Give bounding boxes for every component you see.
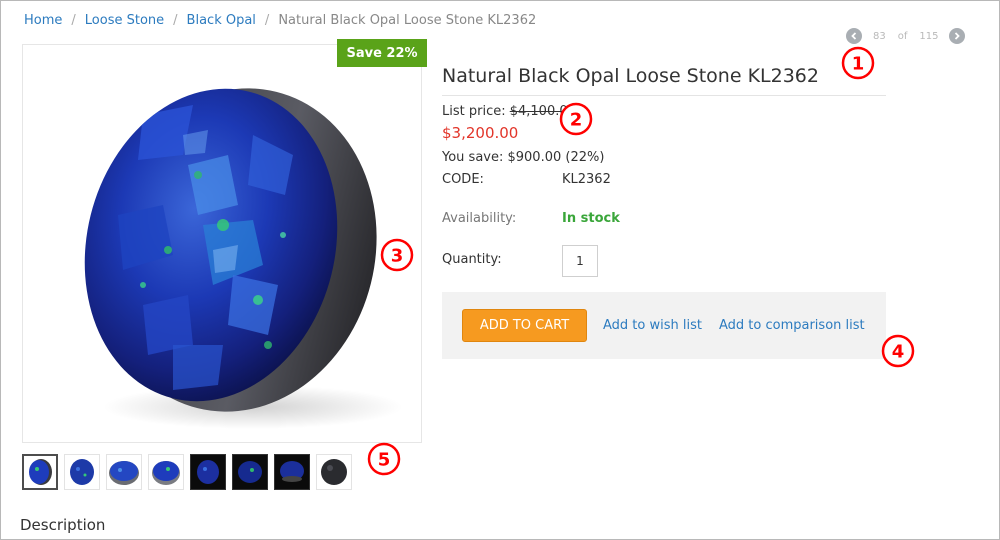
product-image[interactable] [22,44,422,443]
opal-thumbnail-image [29,459,52,485]
add-to-comparison-list-link[interactable]: Add to comparison list [719,318,865,333]
opal-thumbnail-image [280,461,304,482]
product-title: Natural Black Opal Loose Stone KL2362 [442,65,819,87]
breadcrumb-separator: / [264,13,270,28]
svg-text:1: 1 [852,54,865,75]
availability-status: In stock [562,211,620,226]
thumbnail-1[interactable] [22,454,58,490]
annotation-marker-4: 4 [880,333,916,369]
pager-of: of [897,30,908,42]
breadcrumb-black-opal[interactable]: Black Opal [187,13,256,28]
numbered-circle-icon: 4 [881,334,915,368]
opal-thumbnail-image [109,461,139,485]
numbered-circle-icon: 1 [841,46,875,80]
save-badge: Save 22% [337,39,427,67]
chevron-right-icon [955,32,961,40]
current-price: $3,200.00 [442,124,519,142]
svg-text:3: 3 [391,246,404,267]
add-to-wish-list-link[interactable]: Add to wish list [603,318,702,333]
opal-thumbnail-image [152,461,180,485]
pager-total: 115 [919,30,939,42]
breadcrumb-current: Natural Black Opal Loose Stone KL2362 [278,13,537,28]
description-heading[interactable]: Description [20,516,105,534]
list-price-row: List price: $4,100.00 [442,104,576,119]
opal-thumbnail-image [321,459,347,485]
thumbnail-5[interactable] [190,454,226,490]
availability-label: Availability: [442,211,517,226]
pager-current: 83 [873,30,886,42]
thumbnail-7[interactable] [274,454,310,490]
numbered-circle-icon: 2 [559,102,593,136]
list-price-label: List price: [442,104,506,119]
quantity-label: Quantity: [442,252,502,267]
chevron-left-icon [851,32,857,40]
product-pager: 83 of 115 [846,28,966,44]
annotation-marker-5: 5 [366,441,402,477]
opal-thumbnail-image [70,459,94,485]
annotation-marker-3: 3 [379,237,415,273]
thumbnail-4[interactable] [148,454,184,490]
add-to-cart-button[interactable]: ADD TO CART [462,309,587,342]
breadcrumb-separator: / [173,13,178,28]
breadcrumb-separator: / [71,13,76,28]
svg-text:2: 2 [570,110,583,131]
thumbnail-2[interactable] [64,454,100,490]
numbered-circle-icon: 3 [380,238,414,272]
opal-thumbnail-image [238,461,262,483]
title-divider [442,95,886,96]
breadcrumb-home[interactable]: Home [24,13,62,28]
svg-text:4: 4 [892,342,905,363]
code-label: CODE: [442,172,484,187]
you-save-text: You save: $900.00 (22%) [442,150,605,165]
annotation-marker-2: 2 [558,101,594,137]
breadcrumb-loose-stone[interactable]: Loose Stone [85,13,164,28]
thumbnail-6[interactable] [232,454,268,490]
thumbnail-8[interactable] [316,454,352,490]
annotation-marker-1: 1 [840,45,876,81]
previous-product-button[interactable] [846,28,862,44]
svg-text:5: 5 [378,450,391,471]
code-value: KL2362 [562,172,611,187]
next-product-button[interactable] [949,28,966,44]
black-opal-image [84,88,403,429]
thumbnail-3[interactable] [106,454,142,490]
breadcrumb: Home / Loose Stone / Black Opal / Natura… [24,13,536,28]
quantity-input[interactable]: 1 [562,245,598,277]
thumbnail-strip [22,454,358,490]
opal-thumbnail-image [197,460,219,484]
numbered-circle-icon: 5 [367,442,401,476]
